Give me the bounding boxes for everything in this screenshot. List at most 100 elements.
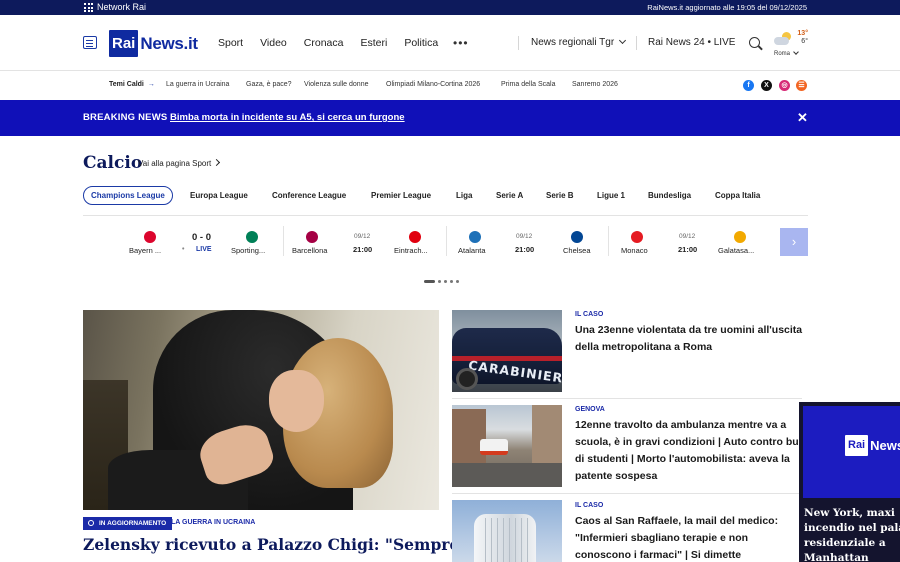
weather-city-selector[interactable]: Roma xyxy=(774,49,799,57)
tab-serie-a[interactable]: Serie A xyxy=(496,186,523,205)
divider xyxy=(283,226,284,256)
nav-politica[interactable]: Politica xyxy=(404,37,438,49)
photo-detail xyxy=(456,368,478,390)
story-photo[interactable] xyxy=(452,405,562,487)
team-crest-icon xyxy=(144,231,156,243)
nav-esteri[interactable]: Esteri xyxy=(360,37,387,49)
match-status-live: LIVE xyxy=(196,246,212,253)
video-title[interactable]: New York, maxi incendio nel palazzo resi… xyxy=(804,506,900,562)
story-kicker[interactable]: IL CASO xyxy=(575,502,603,509)
match-score[interactable]: 0 - 0 xyxy=(192,232,211,243)
team-name: Barcellona xyxy=(292,246,328,255)
rss-icon[interactable]: ☰ xyxy=(796,80,807,91)
logo-news-text: News.it xyxy=(140,33,198,53)
page-dot[interactable] xyxy=(424,279,435,283)
team-name: Monaco xyxy=(621,246,648,255)
rainews-logo[interactable]: Rai News.it xyxy=(109,30,198,57)
team-crest-icon xyxy=(409,231,421,243)
match-date: 09/12 xyxy=(516,233,533,240)
last-updated-text: RaiNews.it aggiornato alle 19:05 del 09/… xyxy=(647,3,807,12)
tab-europa-league[interactable]: Europa League xyxy=(190,186,248,205)
hot-topics-label[interactable]: Temi Caldi → xyxy=(109,81,155,88)
story-photo[interactable]: CARABINIER xyxy=(452,310,562,392)
carousel-pagination xyxy=(424,279,459,283)
x-twitter-icon[interactable]: X xyxy=(761,80,772,91)
temp-high: 13° xyxy=(797,30,808,37)
page-dot[interactable] xyxy=(444,279,447,283)
tab-liga[interactable]: Liga xyxy=(456,186,472,205)
carousel-next-button[interactable]: › xyxy=(780,228,808,256)
facebook-icon[interactable]: f xyxy=(743,80,754,91)
hot-topics-text: Temi Caldi xyxy=(109,81,144,88)
tab-bundesliga[interactable]: Bundesliga xyxy=(648,186,691,205)
story-title[interactable]: 12enne travolto da ambulanza mentre va a… xyxy=(575,417,805,485)
match-date: 09/12 xyxy=(679,233,696,240)
topic-link[interactable]: Prima della Scala xyxy=(501,81,555,88)
regional-news-label: News regionali Tgr xyxy=(531,37,615,48)
badge-text: IN AGGIORNAMENTO xyxy=(99,520,167,527)
photo-detail xyxy=(480,518,530,562)
tab-champions-league[interactable]: Champions League xyxy=(83,186,173,205)
story-kicker[interactable]: IL CASO xyxy=(575,311,603,318)
tab-ligue-1[interactable]: Ligue 1 xyxy=(597,186,625,205)
divider xyxy=(446,226,447,256)
city-name: Roma xyxy=(774,51,791,57)
lead-story-photo[interactable] xyxy=(83,310,439,510)
tab-serie-b[interactable]: Serie B xyxy=(546,186,574,205)
network-rai-link[interactable]: Network Rai xyxy=(97,1,146,14)
match-time: 21:00 xyxy=(515,245,535,254)
chevron-down-icon xyxy=(793,49,799,55)
live-dot-icon xyxy=(88,520,94,526)
instagram-icon[interactable]: ◎ xyxy=(779,80,790,91)
divider xyxy=(452,493,802,494)
team-crest-icon xyxy=(306,231,318,243)
topic-link[interactable]: Olimpiadi Milano-Cortina 2026 xyxy=(386,81,480,88)
page-dot[interactable] xyxy=(456,279,459,283)
temp-low: 6° xyxy=(801,38,808,45)
hamburger-menu-icon[interactable] xyxy=(83,36,97,49)
page-dot[interactable] xyxy=(438,279,441,283)
floating-video-player[interactable]: Rai News New York, maxi incendio nel pal… xyxy=(799,402,900,562)
photo-detail xyxy=(532,405,562,469)
tab-coppa-italia[interactable]: Coppa Italia xyxy=(715,186,760,205)
divider xyxy=(636,36,637,50)
story-title[interactable]: Una 23enne violentata da tre uomini all'… xyxy=(575,322,805,356)
nav-video[interactable]: Video xyxy=(260,37,287,49)
sport-page-link[interactable]: Vai alla pagina Sport xyxy=(138,158,221,168)
team-crest-icon xyxy=(571,231,583,243)
divider xyxy=(452,398,802,399)
topic-link[interactable]: La guerra in Ucraina xyxy=(166,81,229,88)
tab-conference-league[interactable]: Conference League xyxy=(272,186,346,205)
main-nav: Sport Video Cronaca Esteri Politica xyxy=(218,37,455,49)
match-date: 09/12 xyxy=(354,233,371,240)
topic-link[interactable]: Sanremo 2026 xyxy=(572,81,618,88)
lead-story-title[interactable]: Zelensky ricevuto a Palazzo Chigi: "Semp… xyxy=(83,535,459,554)
logo-news-text: News xyxy=(870,438,900,453)
sport-page-link-text: Vai alla pagina Sport xyxy=(138,159,212,168)
close-icon[interactable]: ✕ xyxy=(797,111,808,124)
hot-topics-bar: Temi Caldi → La guerra in Ucraina Gaza, è… xyxy=(0,72,900,99)
page-dot[interactable] xyxy=(450,279,453,283)
rainews-logo: Rai News xyxy=(845,435,900,456)
more-menu-icon[interactable]: ••• xyxy=(453,36,469,50)
story-photo[interactable] xyxy=(452,500,562,562)
tab-premier-league[interactable]: Premier League xyxy=(371,186,431,205)
partly-cloudy-icon xyxy=(774,32,794,46)
rainews24-live-link[interactable]: Rai News 24 • LIVE xyxy=(648,37,735,48)
section-title[interactable]: Calcio xyxy=(83,153,142,173)
nav-cronaca[interactable]: Cronaca xyxy=(304,37,344,49)
search-icon[interactable] xyxy=(749,37,760,48)
regional-news-dropdown[interactable]: News regionali Tgr xyxy=(531,36,627,48)
breaking-news-headline[interactable]: Bimba morta in incidente su A5, si cerca… xyxy=(170,112,405,123)
apps-grid-icon[interactable] xyxy=(84,3,93,12)
team-crest-icon xyxy=(734,231,746,243)
match-strip: Bayern ... 0 - 0 • LIVE Sporting... Barc… xyxy=(120,226,780,258)
topic-link[interactable]: Violenza sulle donne xyxy=(304,81,368,88)
story-title[interactable]: Caos al San Raffaele, la mail del medico… xyxy=(575,513,805,562)
match-time: 21:00 xyxy=(678,245,698,254)
story-kicker[interactable]: GENOVA xyxy=(575,406,605,413)
chevron-down-icon xyxy=(619,36,627,45)
nav-sport[interactable]: Sport xyxy=(218,37,243,49)
topic-link[interactable]: Gaza, è pace? xyxy=(246,81,292,88)
lead-story-kicker[interactable]: LA GUERRA IN UCRAINA xyxy=(171,519,255,526)
